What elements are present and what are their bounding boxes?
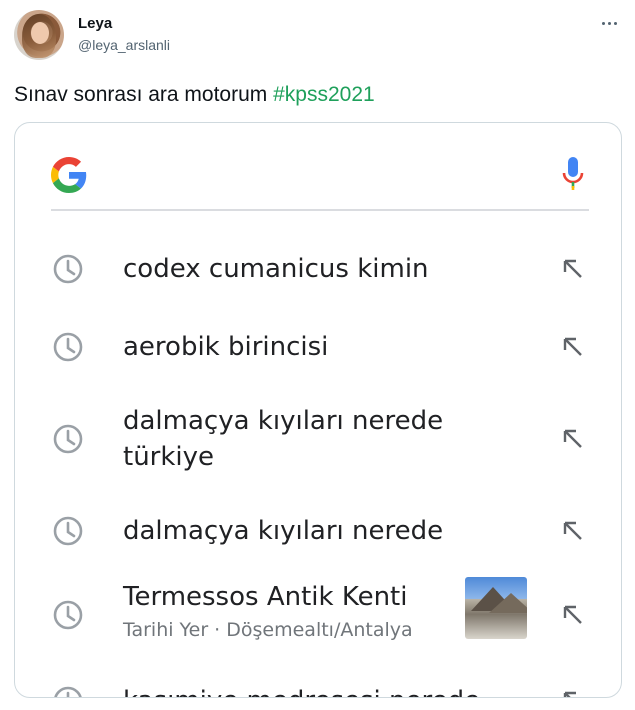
google-search-bar[interactable] [51,153,589,211]
suggestion-text: Termessos Antik Kenti [123,582,408,612]
suggestion-row[interactable]: dalmaçya kıyıları nerede türkiye [15,389,621,472]
fill-query-arrow-icon[interactable] [561,603,585,627]
tweet-header: Leya @leya_arslanli [14,10,621,60]
more-dots-icon[interactable] [597,13,621,33]
suggestion-row[interactable]: dalmaçya kıyıları nerede [15,495,621,565]
history-clock-icon [52,253,84,285]
suggestion-text: dalmaçya kıyıları nerede [123,516,444,546]
google-logo-icon [51,157,87,193]
place-thumbnail-image [465,577,527,639]
suggestion-row[interactable]: aerobik birincisi [15,311,621,381]
history-clock-icon [52,331,84,363]
suggestion-text: codex cumanicus kimin [123,254,429,284]
suggestion-text: aerobik birincisi [123,332,329,362]
author-name[interactable]: Leya [78,15,112,32]
tweet-body: Sınav sonrası ara motorum [14,83,274,106]
fill-query-arrow-icon[interactable] [561,427,585,451]
tweet-text: Sınav sonrası ara motorum #kpss2021 [14,83,375,107]
avatar[interactable] [14,10,64,60]
history-clock-icon [52,515,84,547]
suggestion-row[interactable]: codex cumanicus kimin [15,233,621,303]
suggestion-row[interactable]: Termessos Antik Kenti Tarihi Yer · Döşeme… [15,567,621,641]
suggestion-subtitle: Tarihi Yer · Döşemealtı/Antalya [123,619,413,641]
suggestion-text: kasımiye medresesi nerede [123,683,480,697]
author-handle[interactable]: @leya_arslanli [78,37,170,53]
suggestion-text-line2: türkiye [123,442,215,472]
fill-query-arrow-icon[interactable] [561,689,585,697]
hashtag-link[interactable]: #kpss2021 [273,83,375,106]
fill-query-arrow-icon[interactable] [561,335,585,359]
tweet-media-image[interactable]: codex cumanicus kimin aerobik birincisi da… [14,122,622,698]
history-clock-icon [52,423,84,455]
suggestion-text: dalmaçya kıyıları nerede [123,406,444,436]
microphone-icon[interactable] [561,155,585,195]
fill-query-arrow-icon[interactable] [561,519,585,543]
history-clock-icon [52,685,84,697]
history-clock-icon [52,599,84,631]
fill-query-arrow-icon[interactable] [561,257,585,281]
suggestion-row[interactable]: kasımiye medresesi nerede [15,665,621,697]
